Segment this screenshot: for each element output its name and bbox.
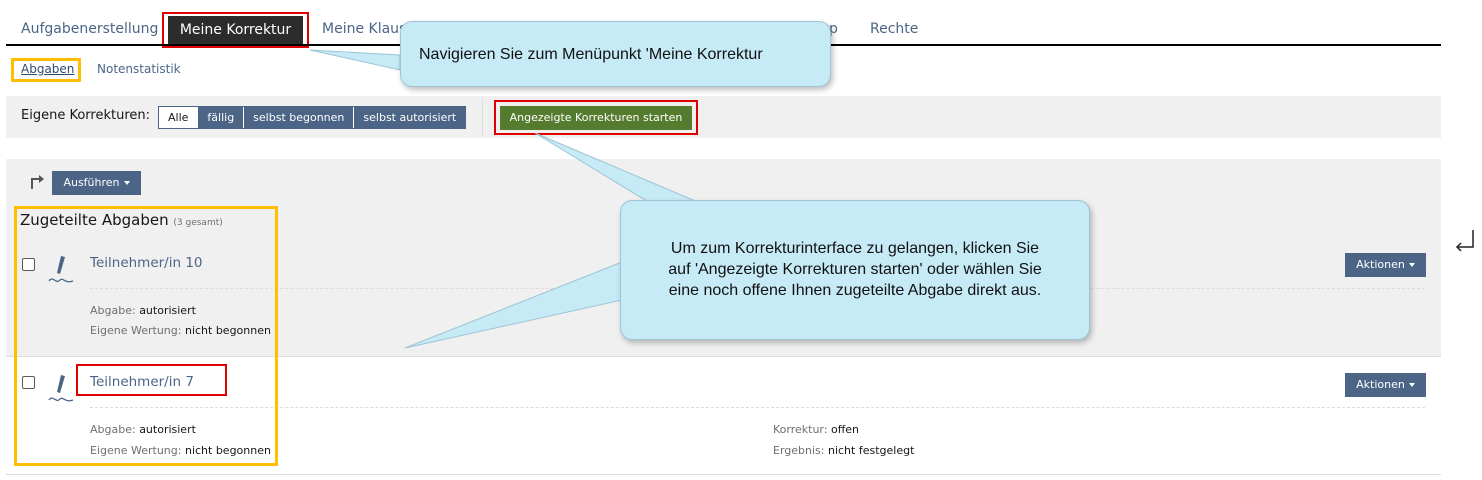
callout-line: eine noch offene Ihnen zugeteilte Abgabe…	[668, 282, 1042, 299]
return-arrow-icon	[1455, 230, 1474, 252]
callout-menu-hint: Navigieren Sie zum Menüpunkt 'Meine Korr…	[400, 21, 831, 87]
callout-pointer-list	[404, 261, 623, 349]
callout-start-hint: Um zum Korrekturinterface zu gelangen, k…	[620, 200, 1090, 340]
callout-pointer-start	[534, 132, 701, 204]
callout-line: Um zum Korrekturinterface zu gelangen, k…	[670, 240, 1040, 257]
callout-line: auf 'Angezeigte Korrekturen starten' ode…	[668, 261, 1042, 278]
callout-pointer-menu	[309, 49, 401, 71]
